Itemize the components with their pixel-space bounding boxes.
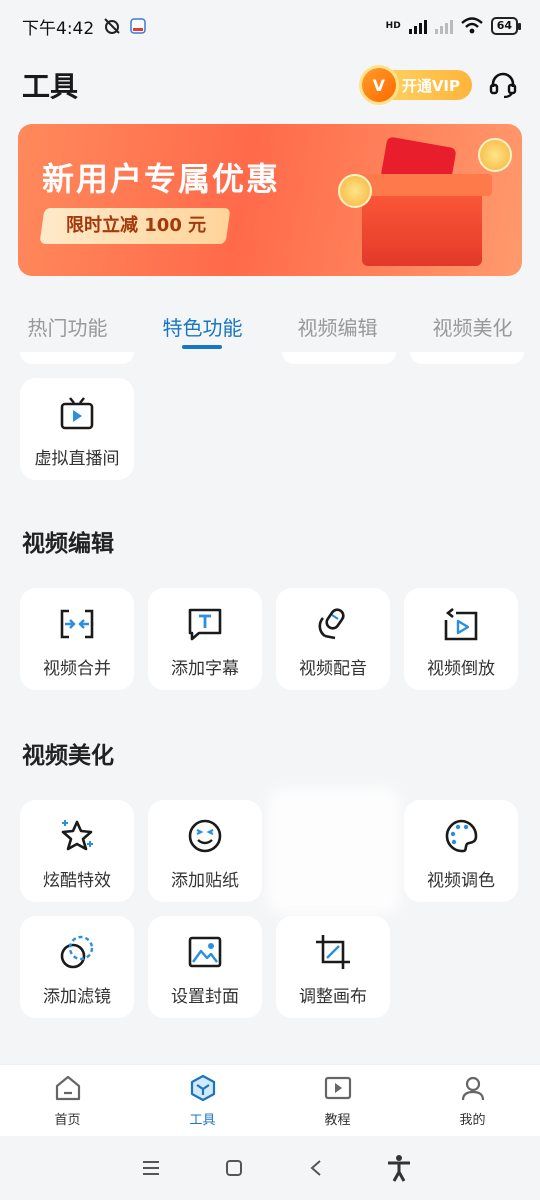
signal-icon — [408, 18, 427, 34]
accessibility-icon[interactable] — [384, 1153, 414, 1183]
page-title: 工具 — [22, 70, 79, 103]
tool-label: 调整画布 — [299, 987, 367, 1007]
loading-card-placeholder — [268, 788, 400, 914]
image-icon — [188, 936, 222, 968]
tool-video-merge[interactable]: 视频合并 — [20, 588, 134, 690]
tv-play-icon — [60, 397, 94, 430]
header: 工具 V 开通VIP — [0, 60, 540, 110]
section-title-video-edit: 视频编辑 — [22, 531, 114, 557]
vip-label: 开通VIP — [401, 76, 460, 95]
scrolled-cards-row — [20, 352, 524, 364]
category-tabs: 热门功能 特色功能 视频编辑 视频美化 — [0, 300, 540, 352]
app-notification-icon — [130, 18, 146, 34]
network-label: HD — [385, 21, 401, 31]
tab-featured[interactable]: 特色功能 — [135, 300, 270, 349]
tool-label: 视频配音 — [299, 659, 367, 679]
tool-virtual-live-room[interactable]: 虚拟直播间 — [20, 378, 134, 480]
coin-icon — [478, 138, 512, 172]
nav-home[interactable]: 首页 — [0, 1065, 135, 1136]
profile-icon — [461, 1076, 484, 1101]
banner-subtitle: 限时立减 100 元 — [39, 208, 231, 244]
tool-adjust-canvas[interactable]: 调整画布 — [276, 916, 390, 1018]
tool-add-sticker[interactable]: 添加贴纸 — [148, 800, 262, 902]
nav-tutorial[interactable]: 教程 — [270, 1065, 405, 1136]
crop-icon — [316, 935, 350, 969]
partial-card — [282, 352, 396, 364]
tool-label: 添加滤镜 — [43, 987, 111, 1007]
menu-icon[interactable] — [136, 1153, 166, 1183]
alarm-off-icon — [104, 18, 120, 34]
battery-indicator: 64 — [490, 17, 522, 35]
tool-cool-effects[interactable]: 炫酷特效 — [20, 800, 134, 902]
tool-label: 设置封面 — [171, 987, 239, 1007]
section-title-video-beautify: 视频美化 — [22, 743, 114, 769]
subtitle-icon — [188, 608, 222, 641]
tool-label: 视频调色 — [427, 871, 495, 891]
merge-icon — [60, 609, 94, 639]
tool-label: 添加字幕 — [171, 659, 239, 679]
nav-label: 我的 — [459, 1113, 486, 1128]
tool-label: 视频倒放 — [427, 659, 495, 679]
customer-service-icon[interactable] — [488, 70, 518, 100]
partial-card — [20, 352, 134, 364]
home-square-icon[interactable] — [219, 1153, 249, 1183]
tools-cube-icon — [190, 1074, 215, 1102]
reverse-play-icon — [444, 607, 478, 641]
tool-add-filter[interactable]: 添加滤镜 — [20, 916, 134, 1018]
nav-label: 首页 — [54, 1113, 81, 1128]
status-time: 下午4:42 — [22, 18, 95, 39]
tool-video-dubbing[interactable]: 视频配音 — [276, 588, 390, 690]
wifi-icon — [460, 17, 483, 34]
palette-icon — [445, 819, 478, 853]
tool-add-subtitle[interactable]: 添加字幕 — [148, 588, 262, 690]
promo-banner[interactable]: 新用户专属优惠 限时立减 100 元 — [18, 124, 522, 276]
star-sparkle-icon — [61, 820, 93, 851]
mic-icon — [318, 608, 345, 640]
home-icon — [55, 1075, 80, 1101]
system-nav-bar — [0, 1136, 540, 1200]
vip-gem-icon: V — [361, 68, 396, 102]
tutorial-play-icon — [324, 1076, 351, 1100]
banner-title: 新用户专属优惠 — [42, 160, 281, 198]
tool-label: 添加贴纸 — [171, 871, 239, 891]
status-left: 下午4:42 — [22, 14, 146, 39]
banner-subtitle-text: 限时立减 100 元 — [66, 215, 207, 236]
filter-icon — [60, 935, 94, 969]
back-icon[interactable] — [301, 1153, 331, 1183]
status-right: HD 64 — [385, 17, 522, 35]
tool-video-reverse[interactable]: 视频倒放 — [404, 588, 518, 690]
gift-box-icon — [362, 186, 482, 266]
tool-set-cover[interactable]: 设置封面 — [148, 916, 262, 1018]
tool-label: 炫酷特效 — [43, 871, 111, 891]
tool-label: 虚拟直播间 — [34, 449, 120, 469]
tool-label: 视频合并 — [43, 659, 111, 679]
tab-video-edit[interactable]: 视频编辑 — [270, 300, 405, 341]
sticker-face-icon — [188, 819, 222, 853]
partial-card — [410, 352, 524, 364]
vip-button[interactable]: V 开通VIP — [361, 68, 472, 102]
status-bar: 下午4:42 HD 64 — [0, 0, 540, 52]
tool-video-color[interactable]: 视频调色 — [404, 800, 518, 902]
bottom-nav: 首页 工具 教程 我的 — [0, 1064, 540, 1136]
tab-video-beautify[interactable]: 视频美化 — [405, 300, 540, 341]
signal-secondary-icon — [434, 18, 453, 34]
nav-tools[interactable]: 工具 — [135, 1065, 270, 1136]
gift-lid-icon — [352, 174, 492, 196]
nav-profile[interactable]: 我的 — [405, 1065, 540, 1136]
nav-label: 教程 — [324, 1113, 351, 1128]
nav-label: 工具 — [189, 1113, 216, 1128]
tab-hot[interactable]: 热门功能 — [0, 300, 135, 341]
coin-icon — [338, 174, 372, 208]
